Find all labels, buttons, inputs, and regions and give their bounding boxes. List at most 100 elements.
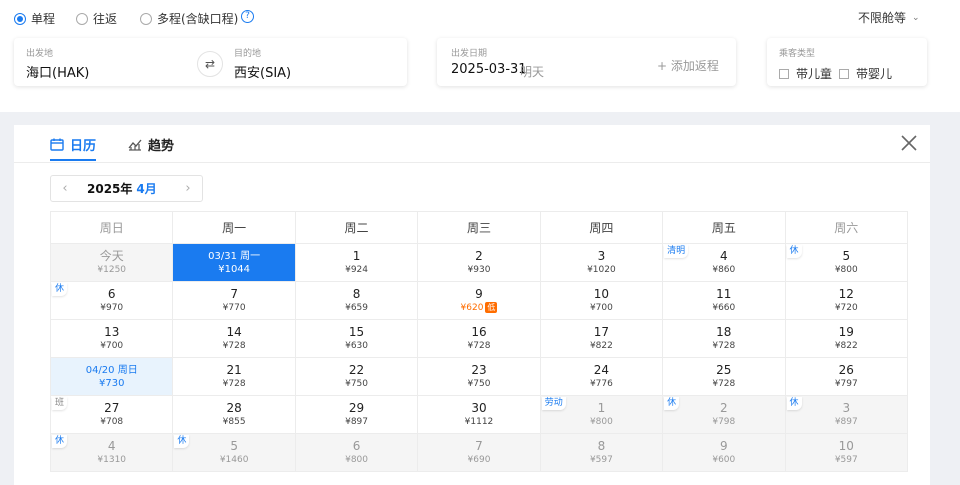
day-price-row: ¥728 (663, 378, 784, 390)
day-price: ¥897 (345, 417, 368, 427)
day-price: ¥897 (834, 417, 858, 427)
day-number: 5 (842, 249, 851, 263)
calendar-day-cell[interactable]: 班 27 ¥708 (49, 395, 174, 434)
infant-checkbox[interactable]: 带婴儿 (839, 65, 892, 82)
calendar-day-cell[interactable]: 休 3 ¥897 (784, 395, 909, 434)
to-input[interactable]: 西安(SIA) (234, 62, 291, 81)
calendar-day-cell[interactable]: 休 5 ¥800 (784, 243, 909, 282)
tab-calendar[interactable]: 日历 (50, 135, 97, 161)
calendar-day-cell[interactable]: 12 ¥720 (784, 281, 909, 320)
tab-trend[interactable]: 趋势 (128, 135, 174, 154)
calendar-day-cell[interactable]: 04/20 周日 ¥730 (49, 357, 174, 396)
calendar-day-cell[interactable]: 10 ¥700 (539, 281, 664, 320)
calendar-day-cell[interactable]: 休 6 ¥970 (49, 281, 174, 320)
day-number: 18 (716, 325, 732, 339)
next-month-button[interactable]: › (174, 181, 202, 196)
calendar-day-cell[interactable]: 休 4 ¥1310 (49, 433, 174, 472)
calendar-day-cell[interactable]: 休 5 ¥1460 (172, 433, 296, 472)
trend-chart-icon (128, 139, 142, 151)
calendar-day-cell[interactable]: 6 ¥800 (294, 433, 419, 472)
child-checkbox[interactable]: 带儿童 (779, 65, 832, 82)
radio-icon (14, 12, 26, 25)
calendar-day-cell[interactable]: 17 ¥822 (539, 319, 664, 358)
calendar-day-cell[interactable]: 15 ¥630 (294, 319, 419, 358)
day-number: 10 (593, 287, 610, 301)
trip-type-round-trip[interactable]: 往返 (76, 10, 117, 27)
day-price: ¥798 (712, 417, 736, 427)
day-price: ¥700 (100, 341, 124, 351)
calendar-day-cell[interactable]: 21 ¥728 (172, 357, 296, 396)
day-price-row: ¥1310 (51, 454, 172, 466)
day-price: ¥822 (834, 341, 858, 351)
from-label: 出发地 (26, 49, 54, 59)
day-price-row: ¥797 (786, 378, 907, 390)
from-input[interactable]: 海口(HAK) (26, 62, 89, 81)
day-number: 9 (720, 439, 728, 453)
calendar-day-cell[interactable]: 7 ¥690 (417, 433, 541, 472)
trip-type-multi[interactable]: 多程(含缺口程) (140, 10, 238, 27)
prev-month-button[interactable]: ‹ (51, 181, 79, 196)
calendar-day-cell[interactable]: 8 ¥597 (539, 433, 664, 472)
calendar-day-cell[interactable]: 03/31 周一 ¥1044 (172, 243, 296, 282)
calendar-day-cell[interactable]: 3 ¥1020 (539, 243, 664, 282)
calendar-day-cell[interactable]: 10 ¥597 (784, 433, 909, 472)
day-price-row: ¥924 (296, 264, 417, 276)
calendar-week-row: 休 4 ¥1310 休 5 ¥1460 6 ¥800 7 ¥690 8 ¥597 9 ¥600 10 ¥597 (49, 433, 909, 472)
calendar-day-cell[interactable]: 2 ¥930 (417, 243, 541, 282)
calendar-day-cell[interactable]: 13 ¥700 (49, 319, 174, 358)
weekday-wed: 周三 (417, 211, 541, 244)
trip-type-bar: 单程 往返 多程(含缺口程) ? 不限舱等 ⌄ (0, 0, 960, 34)
calendar-day-cell[interactable]: 休 2 ¥798 (662, 395, 786, 434)
day-number: 30 (471, 401, 487, 415)
calendar-day-cell[interactable]: 28 ¥855 (172, 395, 296, 434)
calendar-day-cell[interactable]: 30 ¥1112 (417, 395, 541, 434)
date-input[interactable]: 2025-03-31 (451, 62, 527, 77)
day-price-row: ¥660 (663, 302, 784, 314)
day-price: ¥720 (834, 303, 858, 313)
day-price-row: ¥1250 (51, 264, 172, 276)
calendar-week-row: 13 ¥700 14 ¥728 15 ¥630 16 ¥728 17 ¥822 18 ¥728 19 ¥8… (49, 319, 909, 358)
calendar-day-cell[interactable]: 1 ¥924 (294, 243, 419, 282)
help-icon[interactable]: ? (241, 10, 254, 23)
close-icon[interactable] (899, 133, 919, 153)
calendar-day-cell[interactable]: 22 ¥750 (294, 357, 419, 396)
calendar-day-cell[interactable]: 9 ¥600 (662, 433, 786, 472)
day-price-row: ¥822 (541, 340, 662, 352)
calendar-day-cell[interactable]: 26 ¥797 (784, 357, 909, 396)
radio-icon (140, 12, 152, 25)
calendar-day-cell[interactable]: 9 ¥620 低 (417, 281, 541, 320)
add-return-button[interactable]: + 添加返程 (657, 57, 719, 74)
weekday-header: 周日 周一 周二 周三 周四 周五 周六 (49, 211, 909, 244)
calendar-day-cell[interactable]: 16 ¥728 (417, 319, 541, 358)
calendar-day-cell[interactable]: 19 ¥822 (784, 319, 909, 358)
day-price-row: ¥776 (541, 378, 662, 390)
calendar-day-cell[interactable]: 清明 4 ¥860 (662, 243, 786, 282)
calendar-day-cell[interactable]: 7 ¥770 (172, 281, 296, 320)
month-label[interactable]: 4月 (136, 180, 156, 197)
day-price-row: ¥800 (296, 454, 417, 466)
calendar-day-cell[interactable]: 劳动 1 ¥800 (539, 395, 664, 434)
calendar-day-cell[interactable]: 11 ¥660 (662, 281, 786, 320)
day-price: ¥659 (345, 303, 368, 313)
day-number: 24 (593, 363, 610, 377)
day-price-row: ¥770 (173, 302, 294, 314)
trip-type-one-way[interactable]: 单程 (14, 10, 55, 27)
day-number: 29 (348, 401, 365, 415)
calendar-day-cell[interactable]: 8 ¥659 (294, 281, 419, 320)
calendar-day-cell[interactable]: 29 ¥897 (294, 395, 419, 434)
calendar-grid: 周日 周一 周二 周三 周四 周五 周六 今天 ¥1250 03/31 周一 ¥104… (49, 211, 909, 472)
day-price: ¥970 (100, 303, 124, 313)
swap-icon[interactable]: ⇄ (197, 51, 223, 77)
day-price-row: ¥897 (786, 416, 907, 428)
cabin-class-select[interactable]: 不限舱等 ⌄ (858, 9, 920, 26)
calendar-day-cell[interactable]: 25 ¥728 (662, 357, 786, 396)
day-price-row: ¥798 (663, 416, 784, 428)
calendar-day-cell[interactable]: 今天 ¥1250 (49, 243, 174, 282)
day-price: ¥1044 (218, 264, 251, 275)
calendar-day-cell[interactable]: 23 ¥750 (417, 357, 541, 396)
calendar-day-cell[interactable]: 18 ¥728 (662, 319, 786, 358)
calendar-day-cell[interactable]: 14 ¥728 (172, 319, 296, 358)
day-price-row: ¥720 (786, 302, 907, 314)
day-price: ¥930 (467, 265, 491, 275)
calendar-day-cell[interactable]: 24 ¥776 (539, 357, 664, 396)
